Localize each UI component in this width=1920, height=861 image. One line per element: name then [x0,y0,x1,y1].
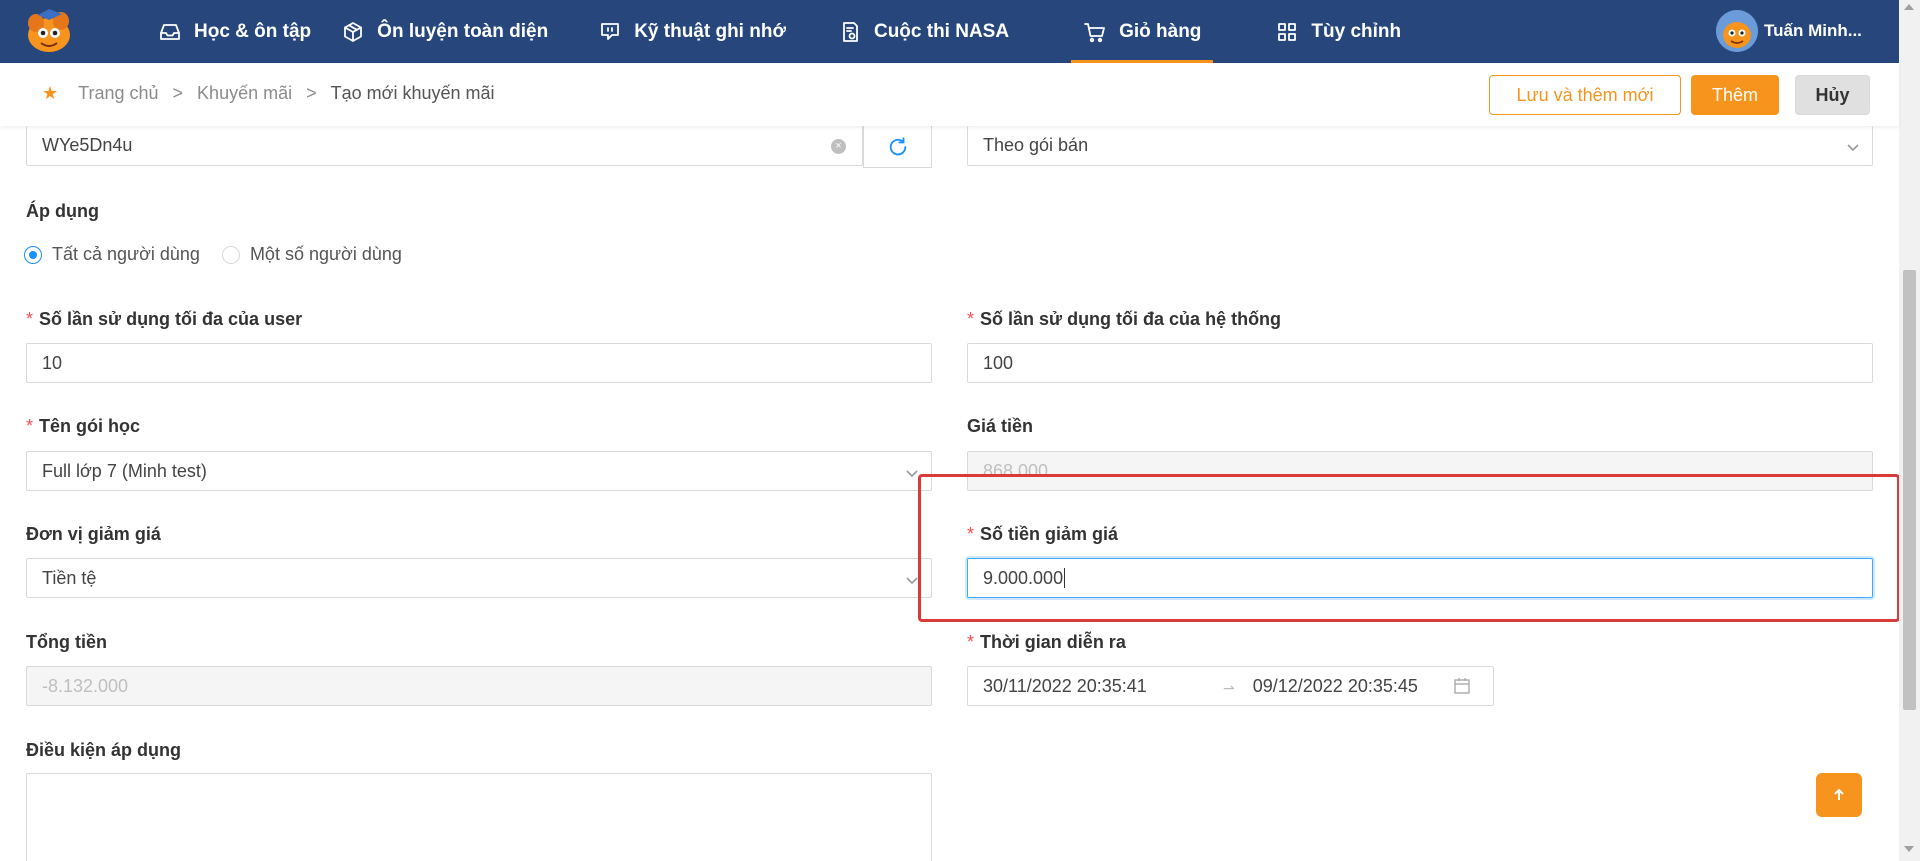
clear-icon[interactable]: × [831,139,846,154]
discount-amount-label: * Số tiền giảm giá [967,524,1119,544]
max-user-value: 10 [42,352,63,373]
radio-circle [221,245,240,264]
max-system-value: 100 [983,352,1014,373]
nav-item-label: Giỏ hàng [1119,20,1202,42]
discount-unit-label-text: Đơn vị giảm giá [26,524,161,544]
box-icon [344,21,363,42]
package-label-text: Tên gói học [39,416,141,436]
apply-radio-group: Tất cả người dùng Một số người dùng [24,244,422,265]
discount-amount-label-text: Số tiền giảm giá [980,524,1119,544]
scroll-up-arrow[interactable] [1904,4,1914,10]
breadcrumb-current: Tạo mới khuyến mãi [330,83,495,103]
save-and-add-button[interactable]: Lưu và thêm mới [1489,75,1681,115]
nav-item-label: Học & ôn tập [194,20,312,42]
price-input: 868.000 [967,451,1873,491]
nav-item-tuy-chinh[interactable]: Tùy chỉnh [1263,0,1413,63]
discount-amount-input[interactable]: 9.000.000 [967,558,1873,598]
package-label: * Tên gói học [26,416,141,436]
condition-label-text: Điều kiện áp dụng [26,740,182,760]
back-to-top-button[interactable] [1816,773,1862,817]
nav-item-label: Kỹ thuật ghi nhớ [634,20,786,42]
refresh-icon [889,136,906,155]
max-system-label-text: Số lần sử dụng tối đa của hệ thống [980,309,1282,329]
cart-icon [1084,22,1105,42]
grid-icon [1278,22,1297,41]
total-label: Tổng tiền [26,632,107,653]
package-select[interactable]: Full lớp 7 (Minh test) [26,451,932,491]
price-value: 868.000 [983,460,1049,481]
nav-item-gio-hang[interactable]: Giỏ hàng [1071,0,1214,63]
chevron-down-icon [1846,138,1860,152]
price-label: Giá tiền [967,416,1033,437]
user-name: Tuấn Minh... [1764,21,1862,40]
calendar-icon [1453,677,1471,700]
condition-label: Điều kiện áp dụng [26,740,181,761]
radio-label: Một số người dùng [249,244,402,264]
max-user-label: * Số lần sử dụng tối đa của user [26,309,303,329]
breadcrumb-separator: > [306,83,317,103]
chat-icon [601,22,620,40]
radio-circle [24,245,42,264]
apply-label: Áp dụng [26,201,99,222]
cancel-button[interactable]: Hủy [1795,75,1870,115]
scrollbar[interactable] [1899,0,1920,861]
discount-amount-value: 9.000.000 [983,567,1064,588]
top-navbar: Học & ôn tập Ôn luyện toàn diện Kỹ thuật… [0,0,1899,63]
arrow-up-icon [1834,788,1844,800]
nav-item-label: Tùy chỉnh [1311,20,1402,42]
chevron-down-icon [905,464,919,478]
radio-some-users[interactable]: Một số người dùng [221,244,402,265]
star-icon: ★ [42,83,59,103]
highlight-box [918,474,1900,622]
time-label: * Thời gian diễn ra [967,632,1126,652]
text-cursor [1064,568,1066,588]
apply-label-text: Áp dụng [26,201,99,221]
scrollbar-thumb[interactable] [1903,270,1916,710]
certificate-icon [843,21,858,42]
promo-code-value: WYe5Dn4u [42,135,133,155]
date-end[interactable]: 09/12/2022 20:35:45 [1253,676,1418,697]
max-user-label-text: Số lần sử dụng tối đa của user [39,309,303,329]
radio-label: Tất cả người dùng [52,244,200,264]
nav-item-label: Ôn luyện toàn diện [377,20,549,42]
scroll-down-arrow[interactable] [1904,846,1914,852]
promo-code-input[interactable]: WYe5Dn4u × [26,126,863,166]
time-label-text: Thời gian diễn ra [980,632,1126,652]
avatar [1716,10,1758,52]
date-start[interactable]: 30/11/2022 20:35:41 [983,676,1205,697]
breadcrumb-section[interactable]: Khuyến mãi [197,83,292,104]
promo-type-value: Theo gói bán [983,135,1089,155]
max-user-input[interactable]: 10 [26,343,932,383]
total-label-text: Tổng tiền [26,632,107,652]
max-system-label: * Số lần sử dụng tối đa của hệ thống [967,309,1282,329]
nav-item-ky-thuat[interactable]: Kỹ thuật ghi nhớ [586,0,798,63]
condition-textarea[interactable] [26,773,932,861]
promo-type-select[interactable]: Theo gói bán [967,126,1873,166]
discount-unit-select[interactable]: Tiền tệ [26,558,932,598]
max-system-input[interactable]: 100 [967,343,1873,383]
user-menu[interactable]: Tuấn Minh... [1716,10,1862,52]
breadcrumb-separator: > [172,83,184,103]
nav-item-label: Cuộc thi NASA [873,20,1010,42]
inbox-icon [160,23,180,40]
radio-all-users[interactable]: Tất cả người dùng [24,244,200,265]
total-value: -8.132.000 [42,675,129,696]
discount-unit-label: Đơn vị giảm giá [26,524,161,545]
range-arrow-icon: ⇀ [1223,679,1235,696]
total-input: -8.132.000 [26,666,932,706]
refresh-code-button[interactable] [863,126,932,168]
logo[interactable] [24,9,74,55]
add-button[interactable]: Thêm [1691,75,1779,115]
price-label-text: Giá tiền [967,416,1034,436]
date-range-picker[interactable]: 30/11/2022 20:35:41 ⇀ 09/12/2022 20:35:4… [967,666,1494,706]
breadcrumb-bar: ★ Trang chủ > Khuyến mãi > Tạo mới khuyế… [0,63,1899,126]
nav-item-cuoc-thi[interactable]: Cuộc thi NASA [826,0,1021,63]
breadcrumb-home[interactable]: Trang chủ [78,83,158,104]
chevron-down-icon [905,571,919,585]
package-value: Full lớp 7 (Minh test) [42,460,207,481]
nav-item-hoc-on-tap[interactable]: Học & ôn tập [146,0,323,63]
breadcrumb: ★ Trang chủ > Khuyến mãi > Tạo mới khuyế… [42,83,495,104]
nav-item-on-luyen[interactable]: Ôn luyện toàn diện [329,0,560,63]
discount-unit-value: Tiền tệ [42,567,97,588]
